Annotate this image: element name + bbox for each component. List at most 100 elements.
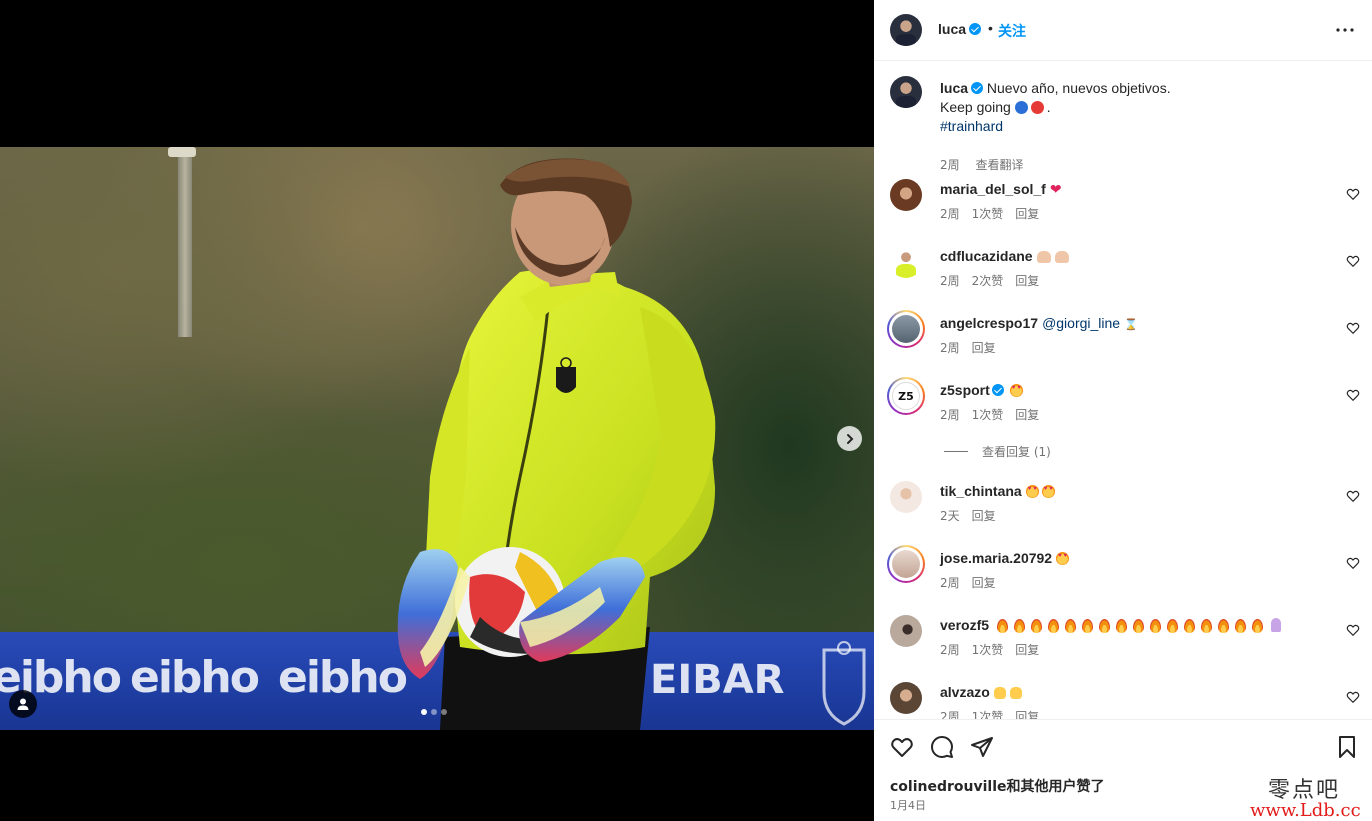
fire-emoji [1217,619,1229,633]
commenter-avatar[interactable] [890,246,922,278]
commenter-username[interactable]: jose.maria.20792 [940,550,1052,566]
commenter-avatar[interactable] [890,179,922,211]
user-icon [17,698,29,710]
post-header: luca • 关注 [874,0,1372,61]
like-comment-heart-icon[interactable] [1346,388,1360,402]
comment-row: verozf5 2周 1次赞 回复 [890,615,1362,675]
commenter-username[interactable]: maria_del_sol_f [940,181,1046,197]
post-media: eibho eibho eibho EIBAR [0,0,874,821]
fire-emoji [1200,619,1212,633]
commenter-username[interactable]: angelcrespo17 [940,315,1038,331]
author-username[interactable]: luca [938,21,982,37]
comment-row: Z5 z5sport 2周 1次赞回复 [887,377,1362,440]
comment-bubble-icon[interactable] [930,735,954,759]
comment-row: alvzazo 2周 1次赞 回复 [890,682,1362,719]
like-comment-heart-icon[interactable] [1346,321,1360,335]
flexed-biceps-emoji [1054,251,1069,263]
fire-emoji [1183,619,1195,633]
comment-likes[interactable]: 1次赞 [972,710,1004,719]
author-avatar[interactable] [890,14,922,46]
carousel-dot [421,709,427,715]
like-comment-heart-icon[interactable] [1346,623,1360,637]
caption-username[interactable]: luca [940,80,968,96]
reply-button[interactable]: 回复 [1015,274,1039,288]
reply-button[interactable]: 回复 [972,341,996,355]
view-replies-button[interactable]: 查看回复 (1) [944,443,1051,460]
post-photo[interactable]: eibho eibho eibho EIBAR [0,147,874,730]
commenter-username[interactable]: z5sport [940,382,990,398]
reply-button[interactable]: 回复 [972,576,996,590]
author-username-text[interactable]: luca [938,21,966,37]
fire-emoji [1234,619,1246,633]
commenter-avatar[interactable] [890,682,922,714]
post-date[interactable]: 1月4日 [890,797,926,813]
save-bookmark-icon[interactable] [1335,735,1359,759]
fire-emoji [1251,619,1263,633]
reply-button[interactable]: 回复 [1015,643,1039,657]
fire-emoji [1030,619,1042,633]
reply-button[interactable]: 回复 [972,509,996,523]
comment-meta: 2周 1次赞 回复 [940,406,1051,423]
view-replies-label[interactable]: 查看回复 (1) [982,445,1051,459]
commenter-username[interactable]: alvzazo [940,684,990,700]
commenter-username[interactable]: cdflucazidane [940,248,1033,264]
fire-emoji [1047,619,1059,633]
like-comment-heart-icon[interactable] [1346,690,1360,704]
like-comment-heart-icon[interactable] [1346,556,1360,570]
comment-likes[interactable]: 2次赞 [972,274,1004,288]
likes-summary[interactable]: colinedrouville和其他用户赞了 [890,776,1105,796]
more-options-button[interactable] [1333,18,1357,42]
carousel-dot [431,709,437,715]
comment-time: 2周 [940,408,960,422]
like-comment-heart-icon[interactable] [1346,489,1360,503]
watermark-url: www.Ldb.cc [1250,800,1361,821]
carousel-next-button[interactable] [837,426,862,451]
commenter-username[interactable]: tik_chintana [940,483,1022,499]
more-horizontal-icon [1336,28,1354,32]
comment-meta: 2周 2次赞 回复 [940,272,1051,289]
fire-emoji [1149,619,1161,633]
hourglass-emoji: ⌛ [1124,319,1138,331]
comment-likes[interactable]: 1次赞 [972,207,1004,221]
like-comment-heart-icon[interactable] [1346,254,1360,268]
caption-hashtag[interactable]: #trainhard [940,118,1003,134]
commenter-avatar[interactable] [890,481,922,513]
commenter-avatar[interactable]: Z5 [892,382,920,410]
tagged-users-button[interactable] [9,690,37,718]
share-paper-plane-icon[interactable] [970,735,994,759]
goalkeeper-figure [397,158,716,730]
commenter-avatar[interactable] [892,550,920,578]
reply-button[interactable]: 回复 [1015,710,1039,719]
commenter-avatar[interactable] [890,615,922,647]
flexed-biceps-emoji [1036,251,1051,263]
caption-author-avatar[interactable] [890,76,922,108]
commenter-avatar[interactable] [892,315,920,343]
comments-list[interactable]: luca Nuevo año, nuevos objetivos. Keep g… [874,61,1372,719]
comment-time: 2周 [940,576,960,590]
comment-text: z5sport [940,382,1026,398]
raising-hands-emoji [993,687,1006,699]
reply-button[interactable]: 回复 [1015,408,1039,422]
comment-likes[interactable]: 1次赞 [972,408,1004,422]
like-heart-icon[interactable] [890,735,914,759]
caption-text: luca Nuevo año, nuevos objetivos. Keep g… [940,79,1340,136]
heart-eyes-emoji [1041,485,1055,498]
fire-emoji [1098,619,1110,633]
comment-likes[interactable]: 1次赞 [972,643,1004,657]
reply-button[interactable]: 回复 [1015,207,1039,221]
commenter-username[interactable]: verozf5 [940,617,989,633]
comment-row: maria_del_sol_f ❤ 2周 1次赞 回复 [890,179,1362,239]
see-translation-button[interactable]: 查看翻译 [975,158,1023,172]
like-comment-heart-icon[interactable] [1346,187,1360,201]
verified-badge-icon [971,82,984,94]
post-actions: colinedrouville和其他用户赞了 1月4日 零点吧 www.Ldb.… [874,719,1372,821]
fire-emoji [1115,619,1127,633]
comment-meta: 2周 回复 [940,574,1008,591]
comment-mention[interactable]: @giorgi_line [1042,315,1120,331]
caption-line2: Keep going [940,99,1011,115]
fire-emoji [1081,619,1093,633]
comment-text: angelcrespo17 @giorgi_line ⌛ [940,315,1138,331]
heart-eyes-emoji [1025,485,1039,498]
follow-button[interactable]: 关注 [998,21,1026,41]
carousel-dot [441,709,447,715]
